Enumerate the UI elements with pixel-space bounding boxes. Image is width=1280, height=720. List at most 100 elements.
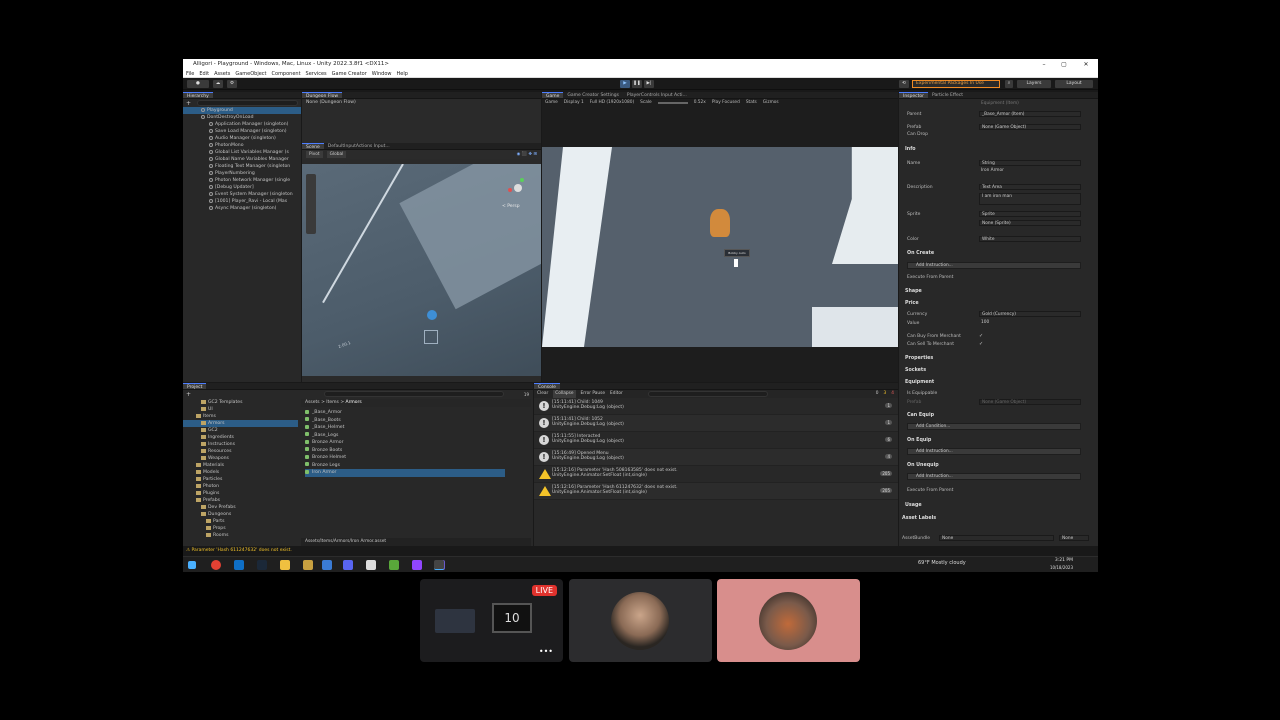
prefab-field[interactable]: None (Game Object) bbox=[979, 124, 1081, 130]
project-folder[interactable]: Armors bbox=[183, 420, 298, 427]
more-options-icon[interactable]: ••• bbox=[539, 647, 553, 656]
project-file[interactable]: _Base_Armor bbox=[305, 409, 505, 417]
value-field[interactable]: 100 bbox=[979, 320, 1081, 326]
minimize-button[interactable]: – bbox=[1034, 59, 1054, 70]
clock-time[interactable]: 3:21 PM bbox=[1045, 558, 1073, 563]
name-type-dropdown[interactable]: String bbox=[979, 160, 1081, 166]
project-folder[interactable]: Dev Prefabs bbox=[183, 504, 298, 511]
tab-particle-effect[interactable]: Particle Effect bbox=[928, 92, 967, 98]
close-button[interactable]: ✕ bbox=[1076, 59, 1096, 70]
console-row[interactable]: ! [15:11:55] Interacted UnityEngine.Debug:… bbox=[534, 432, 898, 449]
hierarchy-item[interactable]: Global List Variables Manager (s bbox=[183, 149, 301, 156]
menu-edit[interactable]: Edit bbox=[199, 70, 209, 77]
add-icon[interactable]: + bbox=[186, 100, 191, 107]
hierarchy-item[interactable]: [1001] Player_Ravi - Local (Mas bbox=[183, 198, 301, 205]
info-section-header[interactable]: Info bbox=[905, 147, 916, 152]
project-folder[interactable]: Resources bbox=[183, 448, 298, 455]
steam-icon[interactable] bbox=[257, 560, 267, 570]
project-file[interactable]: Bronze Helmet bbox=[305, 454, 505, 462]
name-value[interactable]: Iron Armor bbox=[979, 168, 1081, 174]
project-folder[interactable]: Photon bbox=[183, 483, 298, 490]
hierarchy-item[interactable]: Application Manager (singleton) bbox=[183, 121, 301, 128]
project-folder[interactable]: Rooms bbox=[183, 532, 298, 539]
play-focused-dropdown[interactable]: Play Focused bbox=[712, 99, 740, 107]
scene-view[interactable]: < Persp 2.00.1 bbox=[302, 164, 541, 376]
pivot-dropdown[interactable]: Pivot bbox=[306, 151, 323, 158]
project-folder[interactable]: Prefabs bbox=[183, 497, 298, 504]
assetbundle-dropdown[interactable]: None bbox=[939, 535, 1054, 541]
gizmos-button[interactable]: Gizmos bbox=[763, 99, 779, 107]
project-folder[interactable]: Particles bbox=[183, 476, 298, 483]
project-folder[interactable]: Dungeons bbox=[183, 511, 298, 518]
tab-scene[interactable]: Scene bbox=[302, 143, 324, 150]
description-textarea[interactable]: I am iron man bbox=[979, 193, 1081, 205]
cloud-icon[interactable]: ☁ bbox=[213, 80, 223, 88]
step-icon[interactable]: ▶| bbox=[644, 80, 654, 88]
project-folder[interactable]: Items bbox=[183, 413, 298, 420]
resolution-dropdown[interactable]: Full HD (1920x1080) bbox=[590, 99, 634, 107]
prefab2-field[interactable]: None (Game Object) bbox=[979, 399, 1081, 405]
breadcrumb-items[interactable]: Items bbox=[326, 400, 339, 405]
game-view[interactable]: Bobby Auto bbox=[542, 147, 898, 347]
menu-help[interactable]: Help bbox=[397, 70, 408, 77]
layout-dropdown[interactable]: Layout bbox=[1055, 80, 1093, 88]
persp-label[interactable]: < Persp bbox=[502, 204, 520, 209]
parent-field[interactable]: _Base_Armor (Item) bbox=[979, 111, 1081, 117]
hierarchy-item[interactable]: PhotonMono bbox=[183, 142, 301, 149]
layers-dropdown[interactable]: Layers bbox=[1017, 80, 1051, 88]
stats-button[interactable]: Stats bbox=[746, 99, 757, 107]
dungeon-flow-field[interactable]: None (Dungeon Flow) bbox=[302, 99, 541, 106]
console-search-input[interactable] bbox=[647, 391, 768, 397]
hierarchy-item[interactable]: Save Load Manager (singleton) bbox=[183, 128, 301, 135]
windows-start-icon[interactable] bbox=[188, 561, 196, 569]
menu-gameobject[interactable]: GameObject bbox=[235, 70, 266, 77]
tab-hierarchy[interactable]: Hierarchy bbox=[183, 92, 213, 99]
project-folder[interactable]: Instructions bbox=[183, 441, 298, 448]
hierarchy-item[interactable]: [Debug Updater] bbox=[183, 184, 301, 191]
project-file[interactable]: Bronze Armor bbox=[305, 439, 505, 447]
properties-section-header[interactable]: Properties bbox=[905, 356, 933, 361]
price-section-header[interactable]: Price bbox=[905, 301, 919, 306]
rider-icon[interactable] bbox=[322, 560, 332, 570]
discord-icon[interactable] bbox=[343, 560, 353, 570]
console-row[interactable]: [15:12:16] Parameter 'Hash 508163585' do… bbox=[534, 466, 898, 483]
console-error-pause-button[interactable]: Error Pause bbox=[581, 390, 605, 398]
outlook-icon[interactable] bbox=[234, 560, 244, 570]
tab-input-actions[interactable]: DefaultInputActions Input... bbox=[324, 143, 394, 149]
project-folder[interactable]: Parts bbox=[183, 518, 298, 525]
asset-labels-header[interactable]: Asset Labels bbox=[902, 516, 936, 521]
tab-project[interactable]: Project bbox=[183, 383, 207, 390]
hierarchy-item[interactable]: Floating Text Manager (singleton bbox=[183, 163, 301, 170]
project-search-input[interactable] bbox=[324, 391, 505, 397]
usage-section-header[interactable]: Usage bbox=[905, 503, 922, 508]
can-buy-checkbox[interactable]: ✓ bbox=[979, 333, 983, 339]
breadcrumb-assets[interactable]: Assets bbox=[305, 400, 320, 405]
can-sell-checkbox[interactable]: ✓ bbox=[979, 341, 983, 347]
console-info-count[interactable]: 0 bbox=[876, 390, 879, 398]
tab-game[interactable]: Game bbox=[542, 92, 564, 99]
twitch-icon[interactable] bbox=[412, 560, 422, 570]
add-instruction-button[interactable]: Add Instruction... bbox=[907, 262, 1081, 269]
menu-game-creator[interactable]: Game Creator bbox=[332, 70, 367, 77]
tab-dungeon-flow[interactable]: Dungeon Flow bbox=[302, 92, 343, 99]
scene-view-tools[interactable]: ◉ ⬛ ✥ ⊞ bbox=[517, 151, 537, 158]
global-dropdown[interactable]: Global bbox=[326, 151, 347, 158]
unity-hub-icon[interactable] bbox=[366, 560, 376, 570]
hierarchy-search-input[interactable] bbox=[197, 100, 298, 106]
project-folder[interactable]: GC2 bbox=[183, 427, 298, 434]
project-add-icon[interactable]: + bbox=[186, 391, 191, 398]
project-folder[interactable]: GC2 Templates bbox=[183, 399, 298, 406]
console-error-count[interactable]: 4 bbox=[891, 390, 894, 398]
hierarchy-item[interactable]: Global Name Variables Manager bbox=[183, 156, 301, 163]
menu-file[interactable]: File bbox=[186, 70, 194, 77]
assetbundle-variant-dropdown[interactable]: None bbox=[1059, 535, 1089, 541]
project-file[interactable]: _Base_Helmet bbox=[305, 424, 505, 432]
project-folder[interactable]: Ingredients bbox=[183, 434, 298, 441]
project-folder[interactable]: Materials bbox=[183, 462, 298, 469]
project-folder[interactable]: Weapons bbox=[183, 455, 298, 462]
tab-game-creator-settings[interactable]: Game Creator Settings bbox=[563, 92, 623, 98]
display-dropdown[interactable]: Display 1 bbox=[564, 99, 584, 107]
console-row[interactable]: [15:12:16] Parameter 'Hash 611247632' do… bbox=[534, 483, 898, 500]
breadcrumb-armors[interactable]: Armors bbox=[346, 400, 362, 405]
chrome-icon[interactable] bbox=[211, 560, 221, 570]
